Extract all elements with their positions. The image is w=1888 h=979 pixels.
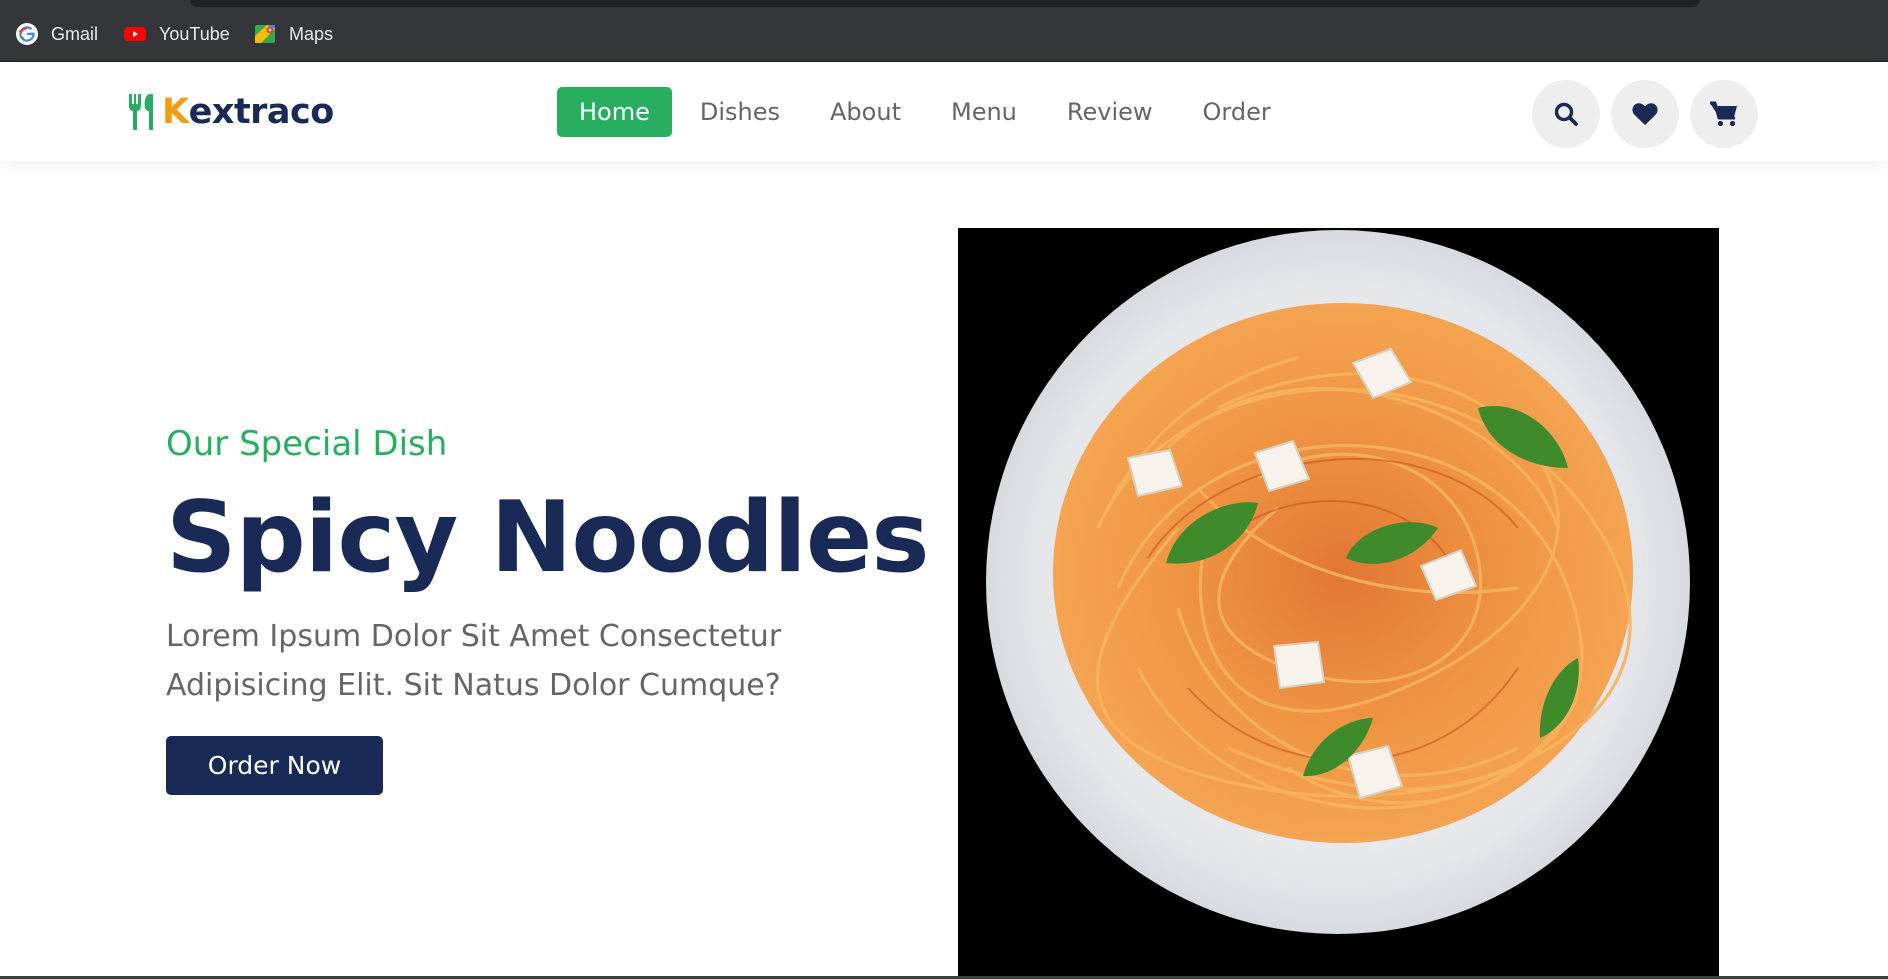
site-header: Kextraco Home Dishes About Menu Review O… — [0, 63, 1888, 161]
bookmark-label: Maps — [289, 23, 334, 44]
hero-content: Our Special Dish Spicy Noodles Lorem Ips… — [166, 420, 930, 795]
youtube-icon — [124, 27, 146, 41]
order-now-button[interactable]: Order Now — [166, 736, 383, 795]
logo-text-first: K — [162, 92, 189, 132]
google-icon — [16, 23, 38, 45]
dish-illustration — [958, 228, 1719, 979]
bookmark-label: Gmail — [51, 23, 99, 44]
bookmark-gmail[interactable]: Gmail — [15, 20, 98, 48]
fork-spoon-icon — [129, 94, 153, 130]
hero-subtitle: Our Special Dish — [166, 424, 448, 464]
nav-about[interactable]: About — [808, 87, 923, 137]
cart-icon — [1710, 101, 1737, 127]
bookmark-youtube[interactable]: YouTube — [123, 20, 230, 48]
spaghetti-plate-image — [958, 228, 1719, 979]
search-button[interactable] — [1532, 80, 1600, 148]
nav-menu[interactable]: Menu — [929, 87, 1039, 137]
nav-order[interactable]: Order — [1181, 87, 1293, 137]
main-nav: Home Dishes About Menu Review Order — [557, 87, 1299, 137]
nav-home[interactable]: Home — [557, 87, 672, 137]
nav-review[interactable]: Review — [1045, 87, 1175, 137]
hero-description: Lorem Ipsum Dolor Sit Amet Consectetur A… — [166, 619, 782, 703]
maps-icon — [255, 25, 275, 43]
favorites-button[interactable] — [1611, 80, 1679, 148]
address-bar-edge — [190, 0, 1700, 7]
heart-icon — [1632, 103, 1658, 125]
bookmark-maps[interactable]: Maps — [253, 20, 333, 48]
hero-title: Spicy Noodles — [166, 481, 930, 595]
nav-dishes[interactable]: Dishes — [678, 87, 802, 137]
bookmark-label: YouTube — [159, 23, 230, 44]
logo[interactable]: Kextraco — [127, 89, 334, 135]
logo-text-rest: extraco — [188, 92, 335, 132]
search-icon — [1554, 102, 1578, 126]
cart-button[interactable] — [1690, 80, 1758, 148]
bookmarks-bar: Gmail YouTube Maps — [0, 0, 1888, 62]
